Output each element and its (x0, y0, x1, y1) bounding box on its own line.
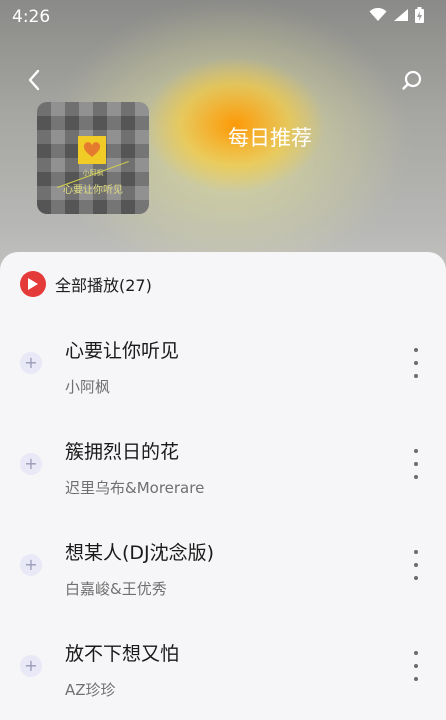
cover-artist-caption: 小阿枫 (82, 169, 104, 177)
song-list: + 心要让你听见 小阿枫 + 簇拥烈日的花 迟里乌布&Morerare + 想某… (0, 314, 446, 718)
playlist-cover: 小阿枫 心要让你听见 (37, 102, 149, 214)
song-artist: 迟里乌布&Morerare (65, 479, 205, 497)
play-all-button[interactable]: 全部播放(27) (20, 271, 152, 297)
song-artist: AZ珍珍 (65, 681, 116, 699)
back-button[interactable] (18, 64, 50, 96)
song-row[interactable]: + 簇拥烈日的花 迟里乌布&Morerare (0, 415, 446, 516)
cover-caption: 心要让你听见 (63, 185, 123, 196)
song-list-sheet: 全部播放(27) + 心要让你听见 小阿枫 + 簇拥烈日的花 迟里乌布&More… (0, 252, 446, 720)
wifi-icon (369, 8, 387, 21)
add-song-button[interactable]: + (20, 453, 42, 475)
chevron-left-icon (28, 69, 40, 91)
cover-heart-box (78, 136, 106, 164)
more-options-icon[interactable] (409, 651, 423, 681)
song-artist: 小阿枫 (65, 378, 111, 396)
song-title: 簇拥烈日的花 (65, 441, 180, 463)
heart-icon (83, 142, 101, 157)
add-song-button[interactable]: + (20, 352, 42, 374)
song-title: 放不下想又怕 (65, 643, 180, 665)
more-options-icon[interactable] (409, 348, 423, 378)
add-song-button[interactable]: + (20, 655, 42, 677)
song-row[interactable]: + 放不下想又怕 AZ珍珍 (0, 617, 446, 718)
play-circle-icon (20, 271, 46, 297)
song-row[interactable]: + 心要让你听见 小阿枫 (0, 314, 446, 415)
status-icons (369, 7, 424, 23)
signal-icon (394, 9, 408, 21)
search-icon (402, 70, 422, 90)
page-title: 每日推荐 (228, 126, 312, 150)
play-all-label: 全部播放(27) (55, 276, 152, 295)
status-bar: 4:26 (0, 0, 446, 34)
more-options-icon[interactable] (409, 550, 423, 580)
search-button[interactable] (396, 64, 428, 96)
song-artist: 白嘉峻&王优秀 (65, 580, 167, 598)
status-time: 4:26 (12, 7, 51, 27)
song-title: 心要让你听见 (65, 340, 180, 362)
more-options-icon[interactable] (409, 449, 423, 479)
battery-charging-icon (415, 7, 424, 23)
song-row[interactable]: + 想某人(DJ沈念版) 白嘉峻&王优秀 (0, 516, 446, 617)
song-title: 想某人(DJ沈念版) (65, 542, 215, 564)
add-song-button[interactable]: + (20, 554, 42, 576)
